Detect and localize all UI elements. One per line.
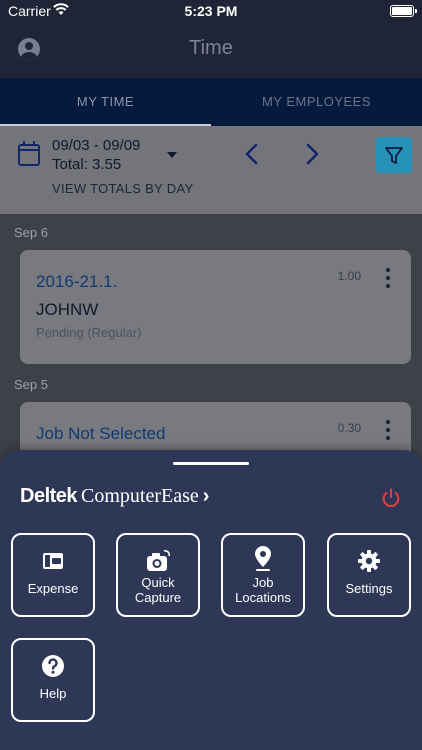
job-name: 2016-21.1.: [36, 272, 118, 291]
chevron-down-icon[interactable]: [167, 152, 177, 158]
filter-button[interactable]: [376, 137, 412, 173]
clock: 5:23 PM: [184, 3, 238, 19]
job-locations-button[interactable]: Job Locations: [221, 533, 305, 617]
tab-my-employees[interactable]: MY EMPLOYEES: [211, 78, 422, 126]
chevron-left-icon[interactable]: [240, 142, 264, 166]
camera-icon: [147, 550, 170, 571]
drag-handle[interactable]: [173, 462, 249, 465]
job-name: Job Not Selected: [36, 424, 166, 443]
expense-button[interactable]: Expense: [11, 533, 95, 617]
settings-button[interactable]: Settings: [327, 533, 411, 617]
chevron-right-icon[interactable]: [300, 142, 324, 166]
status-bar: Carrier 5:23 PM: [0, 0, 422, 22]
entry-hours: 0.30: [337, 421, 361, 435]
filter-icon: [385, 147, 403, 164]
user-name: JOHNW: [36, 300, 99, 319]
chevron-right-icon: ›: [202, 485, 210, 507]
more-options-icon[interactable]: [385, 420, 391, 442]
entry-status: Pending (Regular): [36, 325, 142, 340]
tab-bar: MY TIME MY EMPLOYEES: [0, 78, 422, 126]
battery-icon: [390, 5, 417, 17]
brand-link[interactable]: Deltek ComputerEase ›: [20, 485, 209, 508]
day-label: Sep 5: [14, 377, 48, 392]
tile-label: Quick Capture: [134, 575, 182, 605]
tile-label: Job Locations: [235, 575, 291, 605]
time-entry-card[interactable]: 2016-21.1. JOHNW Pending (Regular) 1.00: [20, 250, 411, 364]
day-label: Sep 6: [14, 225, 48, 240]
entry-hours: 1.00: [337, 269, 361, 283]
quick-capture-button[interactable]: Quick Capture: [116, 533, 200, 617]
date-range[interactable]: 09/03 - 09/09: [52, 137, 140, 154]
brand-deltek: Deltek: [20, 485, 78, 507]
tile-label: Help: [39, 686, 67, 701]
more-options-icon[interactable]: [385, 268, 391, 290]
brand-product: ComputerEase: [81, 485, 199, 507]
tab-my-time[interactable]: MY TIME: [0, 78, 211, 126]
tile-label: Settings: [345, 581, 393, 596]
gear-icon: [358, 550, 380, 572]
help-icon: [42, 655, 64, 677]
wallet-icon: [43, 553, 63, 569]
app-header: Time: [0, 22, 422, 78]
help-button[interactable]: Help: [11, 638, 95, 722]
tile-label: Expense: [27, 581, 79, 596]
calendar-icon[interactable]: [18, 141, 40, 166]
location-pin-icon: [255, 546, 271, 571]
page-title: Time: [189, 37, 233, 59]
total-hours: Total: 3.55: [52, 156, 122, 173]
view-totals-link[interactable]: VIEW TOTALS BY DAY: [52, 181, 193, 196]
power-icon[interactable]: [380, 487, 402, 509]
